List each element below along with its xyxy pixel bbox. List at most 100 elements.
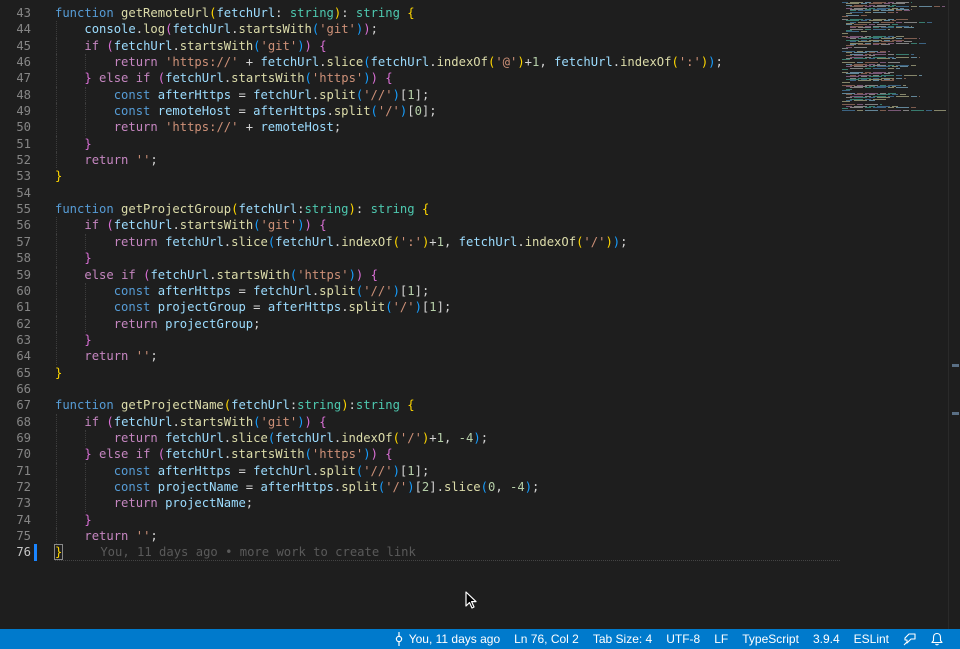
line-number: 63 (16, 332, 31, 347)
code-line[interactable]: 67 function getProjectName(fetchUrl:strin… (0, 397, 840, 413)
code-line[interactable]: 43 function getRemoteUrl(fetchUrl: string… (0, 5, 840, 21)
minimap-line (911, 6, 917, 8)
minimap-line (873, 67, 886, 69)
code-line[interactable]: 47 } else if (fetchUrl.startsWith('https… (0, 70, 840, 87)
line-number: 56 (16, 218, 31, 233)
statusbar-cursor-position[interactable]: Ln 76, Col 2 (507, 629, 586, 649)
minimap-line (896, 74, 902, 76)
code-line[interactable]: 74 } (0, 511, 840, 528)
code-line[interactable]: 69 return fetchUrl.slice(fetchUrl.indexO… (0, 429, 840, 447)
code-line[interactable]: 75 return ''; (0, 528, 840, 545)
statusbar-language[interactable]: TypeScript (735, 629, 806, 649)
code-line-text: } (55, 365, 63, 380)
minimap-line (934, 6, 940, 8)
code-line-text: function getProjectName(fetchUrl:string)… (55, 398, 415, 413)
code-line[interactable]: 49 const remoteHost = afterHttps.split('… (0, 103, 840, 120)
code-line[interactable]: 63 } (0, 331, 840, 349)
minimap-line (888, 28, 890, 30)
minimap-line (869, 58, 875, 59)
minimap[interactable] (840, 0, 948, 130)
code-line-text: } else if (fetchUrl.startsWith('https'))… (84, 71, 393, 86)
code-line[interactable]: 48 const afterHttps = fetchUrl.split('//… (0, 86, 840, 104)
minimap-line (892, 58, 896, 59)
minimap-line (911, 53, 914, 55)
code-line[interactable]: 73 return projectName; (0, 495, 840, 512)
minimap-line (842, 69, 848, 71)
minimap-line (858, 80, 871, 82)
minimap-line (911, 109, 924, 111)
code-line-text: const afterHttps = fetchUrl.split('//')[… (113, 87, 430, 102)
minimap-line (865, 11, 871, 13)
minimap-line (942, 6, 945, 8)
code-line-text: const projectGroup = afterHttps.split('/… (113, 300, 452, 315)
code-line[interactable]: 64 return ''; (0, 348, 840, 365)
line-number: 60 (16, 283, 31, 298)
code-line-text: const afterHttps = fetchUrl.split('//')[… (113, 283, 430, 298)
code-line[interactable]: 53} (0, 168, 840, 184)
minimap-line (865, 107, 871, 108)
minimap-line (919, 95, 920, 97)
minimap-line (896, 77, 902, 79)
statusbar-linter[interactable]: ESLint (847, 629, 896, 649)
tab-size-label: Tab Size: 4 (592, 632, 653, 646)
minimap-line (854, 46, 867, 48)
statusbar-tab-size[interactable]: Tab Size: 4 (586, 629, 659, 649)
statusbar-eol[interactable]: LF (707, 629, 735, 649)
line-number: 71 (16, 463, 31, 478)
line-number: 74 (16, 512, 31, 527)
scrollbar-marker (952, 364, 959, 367)
minimap-line (854, 100, 867, 101)
code-line[interactable]: 46 return 'https://' + fetchUrl.slice(fe… (0, 54, 840, 71)
code-line[interactable]: 71 const afterHttps = fetchUrl.split('//… (0, 462, 840, 479)
code-line-text: if (fetchUrl.startsWith('git')) { (84, 414, 327, 429)
editor[interactable]: 43 function getRemoteUrl(fetchUrl: string… (0, 0, 960, 629)
minimap-line (842, 48, 848, 50)
line-number: 68 (16, 414, 31, 429)
line-number: 73 (16, 496, 31, 511)
code-line[interactable]: 44 console.log(fetchUrl.startsWith('git'… (0, 21, 840, 38)
minimap-line (919, 74, 922, 76)
code-line[interactable]: 51 } (0, 135, 840, 153)
statusbar-encoding[interactable]: UTF-8 (659, 629, 707, 649)
statusbar-notifications[interactable] (924, 629, 950, 649)
code-line[interactable]: 55 function getProjectGroup(fetchUrl:stri… (0, 201, 840, 217)
code-line[interactable]: 56 if (fetchUrl.startsWith('git')) { (0, 217, 840, 234)
minimap-line (880, 109, 886, 111)
code-line[interactable]: 57 return fetchUrl.slice(fetchUrl.indexO… (0, 233, 840, 251)
bell-icon (931, 632, 943, 646)
code-line[interactable]: 60 const afterHttps = fetchUrl.split('//… (0, 282, 840, 300)
statusbar-blame[interactable]: You, 11 days ago (387, 629, 507, 649)
minimap-line (900, 66, 908, 68)
minimap-line (911, 42, 917, 44)
code-line-text: } (55, 169, 63, 184)
minimap-line (919, 56, 920, 58)
code-line-text: return 'https://' + remoteHost; (113, 120, 342, 135)
code-line[interactable]: 62 return projectGroup; (0, 315, 840, 332)
code-line[interactable]: 70 } else if (fetchUrl.startsWith('https… (0, 446, 840, 463)
code-line[interactable]: 72 const projectName = afterHttps.split(… (0, 478, 840, 496)
code-line[interactable]: 61 const projectGroup = afterHttps.split… (0, 299, 840, 316)
line-number: 75 (16, 529, 31, 543)
code-line[interactable]: 50 return 'https://' + remoteHost; (0, 119, 840, 136)
code-line[interactable]: 54 (0, 185, 840, 201)
scrollbar-marker (952, 412, 959, 415)
minimap-line (873, 28, 886, 30)
code-line[interactable]: 52 return ''; (0, 152, 840, 169)
minimap-line (881, 74, 894, 76)
vertical-scrollbar[interactable] (948, 0, 960, 629)
code-line[interactable]: 65} (0, 365, 840, 381)
code-line[interactable]: 66 (0, 381, 840, 397)
statusbar-feedback[interactable] (896, 629, 924, 649)
code-line[interactable]: 68 if (fetchUrl.startsWith('git')) { (0, 413, 840, 430)
code-area[interactable]: 43 function getRemoteUrl(fetchUrl: string… (0, 5, 840, 562)
minimap-line (861, 14, 867, 16)
ts-version-label: 3.9.4 (812, 632, 840, 646)
statusbar-ts-version[interactable]: 3.9.4 (806, 629, 847, 649)
code-line[interactable]: 59 else if (fetchUrl.startsWith('https')… (0, 266, 840, 283)
code-line-text: console.log(fetchUrl.startsWith('git')); (84, 22, 378, 37)
inline-blame-annotation[interactable]: You, 11 days ago • more work to create l… (100, 545, 416, 559)
code-line-text: if (fetchUrl.startsWith('git')) { (84, 218, 327, 233)
code-line[interactable]: 58 } (0, 250, 840, 267)
code-line[interactable]: 45 if (fetchUrl.startsWith('git')) { (0, 37, 840, 55)
code-line[interactable]: 76} You, 11 days ago • more work to creat… (0, 544, 840, 562)
